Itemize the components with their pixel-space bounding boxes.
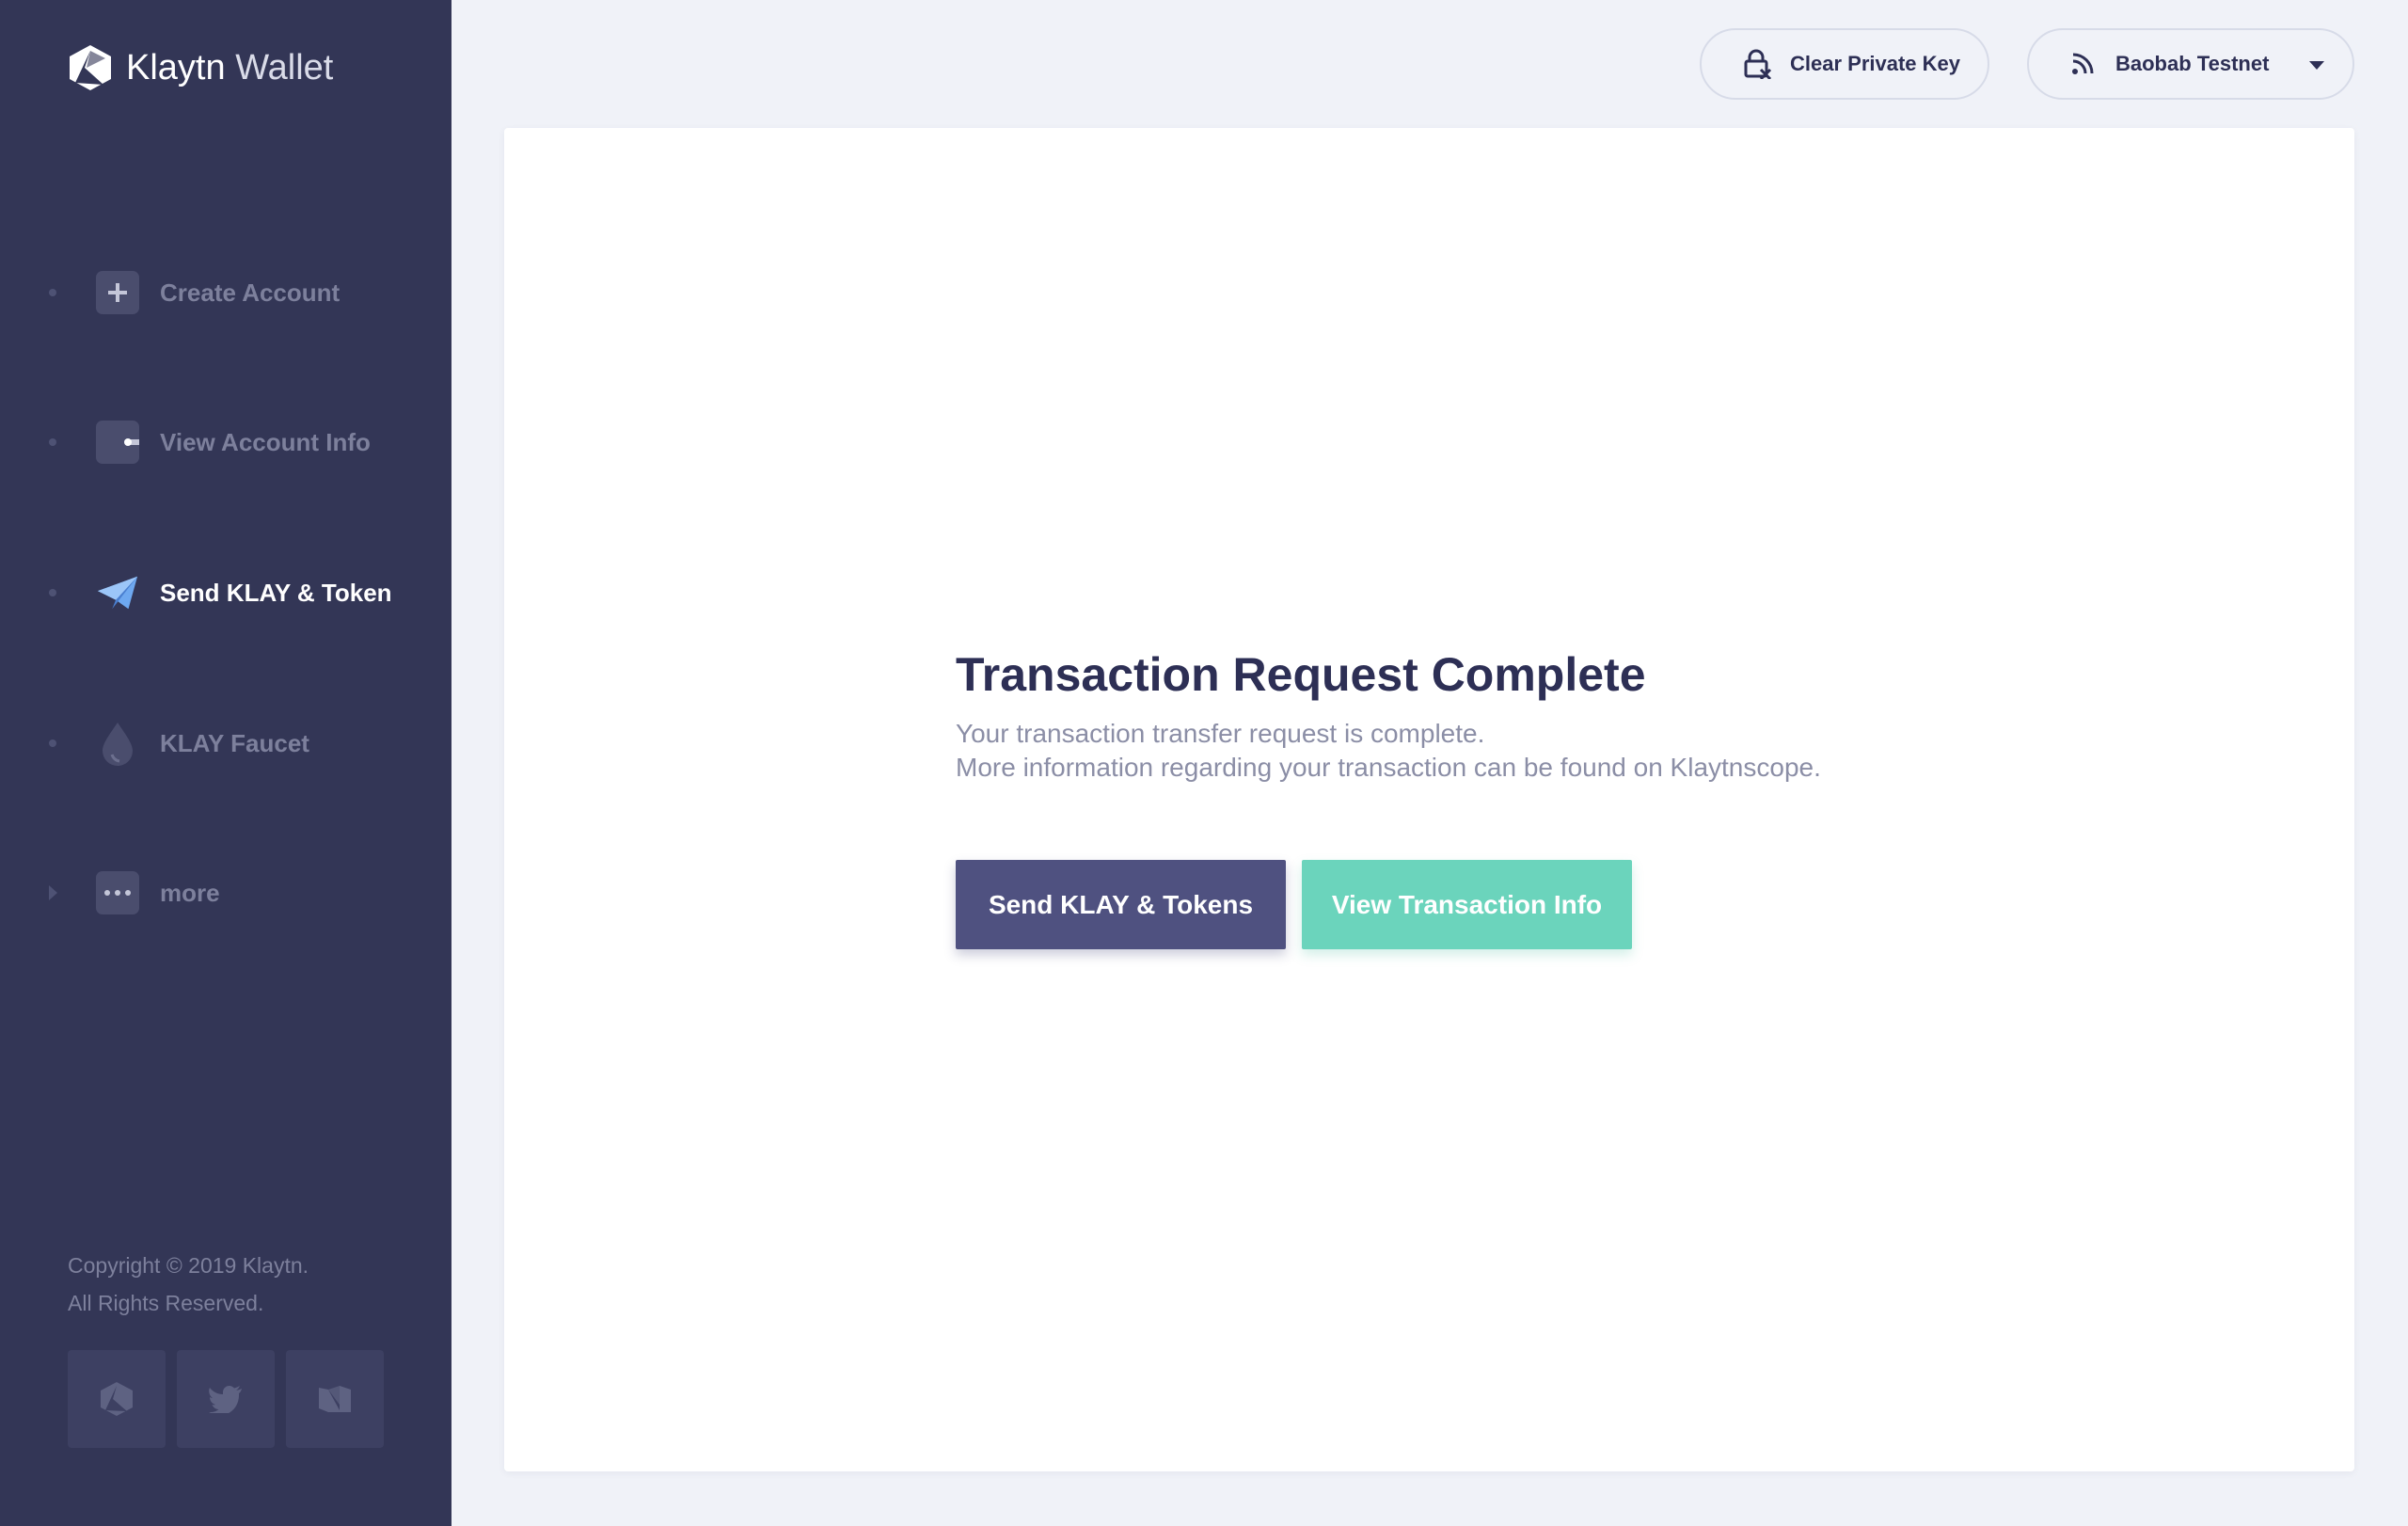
twitter-social-button[interactable] (177, 1350, 275, 1448)
drop-icon (96, 722, 139, 766)
lock-clear-icon (1741, 48, 1773, 80)
brand-name: Klaytn (126, 47, 226, 87)
view-transaction-info-button[interactable]: View Transaction Info (1302, 860, 1632, 949)
sidebar-item-label: more (160, 878, 220, 907)
clear-private-key-label: Clear Private Key (1790, 52, 1960, 75)
wallet-icon (96, 421, 139, 464)
sidebar-item-more[interactable]: more (45, 869, 220, 916)
signal-icon (2067, 48, 2099, 80)
description-line: More information regarding your transact… (956, 753, 1821, 782)
medium-social-button[interactable] (286, 1350, 384, 1448)
more-dots-icon (96, 871, 139, 914)
app-logo[interactable]: Klaytn Wallet (66, 43, 333, 92)
twitter-icon (209, 1386, 242, 1413)
sidebar: Klaytn Wallet Create Account View Accoun… (0, 0, 452, 1526)
rights-line: All Rights Reserved. (68, 1291, 264, 1315)
network-selector[interactable]: Baobab Testnet (2027, 28, 2354, 100)
sidebar-item-klay-faucet[interactable]: KLAY Faucet (45, 720, 309, 767)
clear-private-key-button[interactable]: Clear Private Key (1700, 28, 1989, 100)
sidebar-item-label: Create Account (160, 278, 341, 307)
sidebar-item-label: View Account Info (160, 427, 371, 456)
copyright: Copyright © 2019 Klaytn. All Rights Rese… (68, 1247, 309, 1322)
klaytn-social-button[interactable] (68, 1350, 166, 1448)
sidebar-item-send-klay[interactable]: Send KLAY & Token (45, 569, 392, 616)
chevron-right-icon (49, 885, 57, 900)
sidebar-item-create-account[interactable]: Create Account (45, 269, 340, 316)
copyright-line: Copyright © 2019 Klaytn. (68, 1253, 309, 1278)
chevron-down-icon (2309, 61, 2324, 70)
product-name: Wallet (235, 47, 334, 87)
plus-icon (96, 271, 139, 314)
page-title: Transaction Request Complete (956, 648, 1646, 701)
send-klay-tokens-button[interactable]: Send KLAY & Tokens (956, 860, 1286, 949)
page-description: Your transaction transfer request is com… (956, 717, 1821, 785)
network-label: Baobab Testnet (2115, 52, 2270, 75)
sidebar-item-view-account-info[interactable]: View Account Info (45, 419, 371, 466)
paper-plane-icon (96, 571, 139, 614)
medium-icon (319, 1386, 351, 1412)
main-card (504, 128, 2354, 1471)
klaytn-logo-icon (70, 45, 111, 90)
nav-bullet (49, 739, 56, 747)
sidebar-item-label: Send KLAY & Token (160, 578, 392, 607)
nav-bullet (49, 438, 56, 446)
sidebar-item-label: KLAY Faucet (160, 728, 309, 757)
klaytn-icon (101, 1382, 133, 1416)
nav-bullet (49, 589, 56, 596)
nav-bullet (49, 289, 56, 296)
description-line: Your transaction transfer request is com… (956, 719, 1485, 748)
